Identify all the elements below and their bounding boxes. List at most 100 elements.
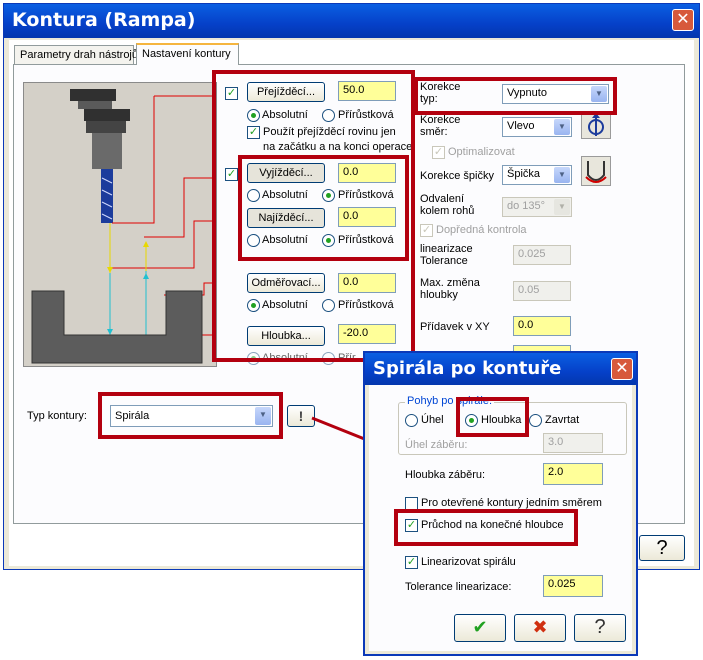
odmerovaci-button[interactable]: Odměřovací...	[247, 273, 325, 293]
hloubka-absolutni-label: Absolutní	[262, 352, 308, 364]
prejizdeci-prirustkova-radio[interactable]	[322, 109, 335, 122]
korekce-typ-label-2: typ:	[420, 93, 438, 105]
hloubka-prirustkova-label: Přír	[338, 352, 356, 364]
max-zmena-input[interactable]: 0.05	[513, 281, 571, 301]
odmerovaci-input[interactable]: 0.0	[338, 273, 396, 293]
main-help-button[interactable]: ?	[639, 535, 685, 561]
chevron-down-icon: ▼	[554, 167, 570, 183]
prejizdeci-prirustkova-label: Přírůstková	[338, 109, 394, 121]
vyjizdeci-button[interactable]: Vyjížděcí...	[247, 163, 325, 183]
hloubka-prirustkova-radio[interactable]	[322, 352, 335, 365]
max-zmena-label-2: hloubky	[420, 289, 458, 301]
cancel-button[interactable]: ✖	[514, 614, 566, 642]
tool-diagram-svg	[31, 89, 214, 364]
vyjizdeci-prirustkova-radio[interactable]	[322, 189, 335, 202]
hloubka-zaberu-input[interactable]: 2.0	[543, 463, 603, 485]
vyjizdeci-checkbox[interactable]: ✓	[225, 168, 238, 181]
hloubka-radio[interactable]	[465, 414, 478, 427]
korekce-smer-label-1: Korekce	[420, 114, 461, 126]
korekce-smer-select[interactable]: Vlevo ▼	[502, 117, 572, 137]
tab-nastaveni-kontury[interactable]: Nastavení kontury	[136, 43, 239, 65]
korekce-typ-select[interactable]: Vypnuto ▼	[502, 84, 609, 104]
close-icon[interactable]: ✕	[672, 9, 694, 31]
odvaleni-label-1: Odvalení	[420, 193, 465, 205]
chevron-down-icon: ▼	[554, 119, 570, 135]
pruchod-label: Průchod na konečné hloubce	[421, 519, 564, 531]
korekce-spicky-select[interactable]: Špička ▼	[502, 165, 572, 185]
korekce-spicky-label: Korekce špičky	[420, 170, 494, 182]
dialog-title: Spirála po kontuře	[373, 358, 562, 379]
odmerovaci-absolutni-radio[interactable]	[247, 299, 260, 312]
prejizdeci-button[interactable]: Přejížděcí...	[247, 82, 325, 102]
uhel-zaberu-label: Úhel záběru:	[405, 439, 468, 451]
optimalizovat-label: Optimalizovat	[448, 146, 515, 158]
use-plane-checkbox[interactable]: ✓	[247, 126, 260, 139]
optimalizovat-checkbox[interactable]: ✓	[432, 146, 445, 159]
chevron-down-icon: ▼	[554, 199, 570, 215]
korekce-typ-label-1: Korekce	[420, 81, 461, 93]
linearizovat-label: Linearizovat spirálu	[421, 556, 516, 568]
tolerance-linearizace-input[interactable]: 0.025	[543, 575, 603, 597]
hloubka-radio-label: Hloubka	[481, 414, 522, 426]
prejizdeci-input[interactable]: 50.0	[338, 81, 396, 101]
korekce-typ-value: Vypnuto	[507, 87, 547, 99]
help-icon: ?	[656, 537, 668, 559]
odvaleni-select[interactable]: do 135° ▼	[502, 197, 572, 217]
korekce-smer-value: Vlevo	[507, 120, 535, 132]
otevrene-kontury-label: Pro otevřené kontury jedním směrem	[421, 497, 602, 509]
hloubka-zaberu-label: Hloubka záběru:	[405, 469, 486, 481]
prejizdeci-absolutni-label: Absolutní	[262, 109, 308, 121]
typ-kontury-value: Spirála	[115, 410, 150, 422]
tool-tip-icon[interactable]	[581, 156, 611, 186]
compensation-direction-icon[interactable]	[581, 111, 611, 139]
prejizdeci-absolutni-radio[interactable]	[247, 109, 260, 122]
linearizovat-checkbox[interactable]: ✓	[405, 556, 418, 569]
max-zmena-label-1: Max. změna	[420, 277, 480, 289]
use-plane-label-2: na začátku a na konci operace	[263, 141, 413, 153]
pohyb-caption: Pohyb po spirále:	[405, 395, 494, 407]
najizdeci-input[interactable]: 0.0	[338, 207, 396, 227]
typ-kontury-select[interactable]: Spirála ▼	[110, 405, 273, 427]
otevrene-kontury-checkbox[interactable]	[405, 497, 418, 510]
vyjizdeci-absolutni-label: Absolutní	[262, 189, 308, 201]
linearizace-input[interactable]: 0.025	[513, 245, 571, 265]
dialog-close-icon[interactable]: ✕	[611, 358, 633, 380]
najizdeci-button[interactable]: Najížděcí...	[247, 208, 325, 228]
korekce-spicky-value: Špička	[507, 168, 541, 180]
uhel-zaberu-input[interactable]: 3.0	[543, 433, 603, 453]
zavrtat-radio[interactable]	[529, 414, 542, 427]
main-titlebar[interactable]: Kontura (Rampa) ✕	[4, 4, 699, 38]
pridavek-xy-input[interactable]: 0.0	[513, 316, 571, 336]
vyjizdeci-input[interactable]: 0.0	[338, 163, 396, 183]
najizdeci-prirustkova-label: Přírůstková	[338, 234, 394, 246]
dialog-titlebar[interactable]: Spirála po kontuře ✕	[365, 353, 636, 385]
hloubka-absolutni-radio[interactable]	[247, 352, 260, 365]
linearizace-label-1: linearizace	[420, 243, 473, 255]
tool-illustration	[23, 82, 217, 367]
vyjizdeci-absolutni-radio[interactable]	[247, 189, 260, 202]
hloubka-button[interactable]: Hloubka...	[247, 326, 325, 346]
uhel-label: Úhel	[421, 414, 444, 426]
dopredna-kontrola-checkbox[interactable]: ✓	[420, 224, 433, 237]
prejizdeci-checkbox[interactable]: ✓	[225, 87, 238, 100]
uhel-radio[interactable]	[405, 414, 418, 427]
najizdeci-absolutni-label: Absolutní	[262, 234, 308, 246]
window-title: Kontura (Rampa)	[12, 9, 196, 31]
ok-button[interactable]: ✔	[454, 614, 506, 642]
zavrtat-label: Zavrtat	[545, 414, 580, 426]
pridavek-xy-label: Přídavek v XY	[420, 321, 490, 333]
dialog-help-button[interactable]: ?	[574, 614, 626, 642]
odmerovaci-absolutni-label: Absolutní	[262, 299, 308, 311]
tolerance-linearizace-label: Tolerance linearizace:	[405, 581, 512, 593]
tab-parametry-drah[interactable]: Parametry drah nástrojů	[14, 45, 138, 65]
dopredna-kontrola-label: Dopředná kontrola	[436, 224, 527, 236]
najizdeci-prirustkova-radio[interactable]	[322, 234, 335, 247]
odmerovaci-prirustkova-label: Přírůstková	[338, 299, 394, 311]
checkmark-icon: ✔	[472, 617, 488, 637]
najizdeci-absolutni-radio[interactable]	[247, 234, 260, 247]
odmerovaci-prirustkova-radio[interactable]	[322, 299, 335, 312]
korekce-smer-label-2: směr:	[420, 126, 448, 138]
hloubka-input[interactable]: -20.0	[338, 324, 396, 344]
odvaleni-label-2: kolem rohů	[420, 205, 475, 217]
pruchod-checkbox[interactable]: ✓	[405, 519, 418, 532]
